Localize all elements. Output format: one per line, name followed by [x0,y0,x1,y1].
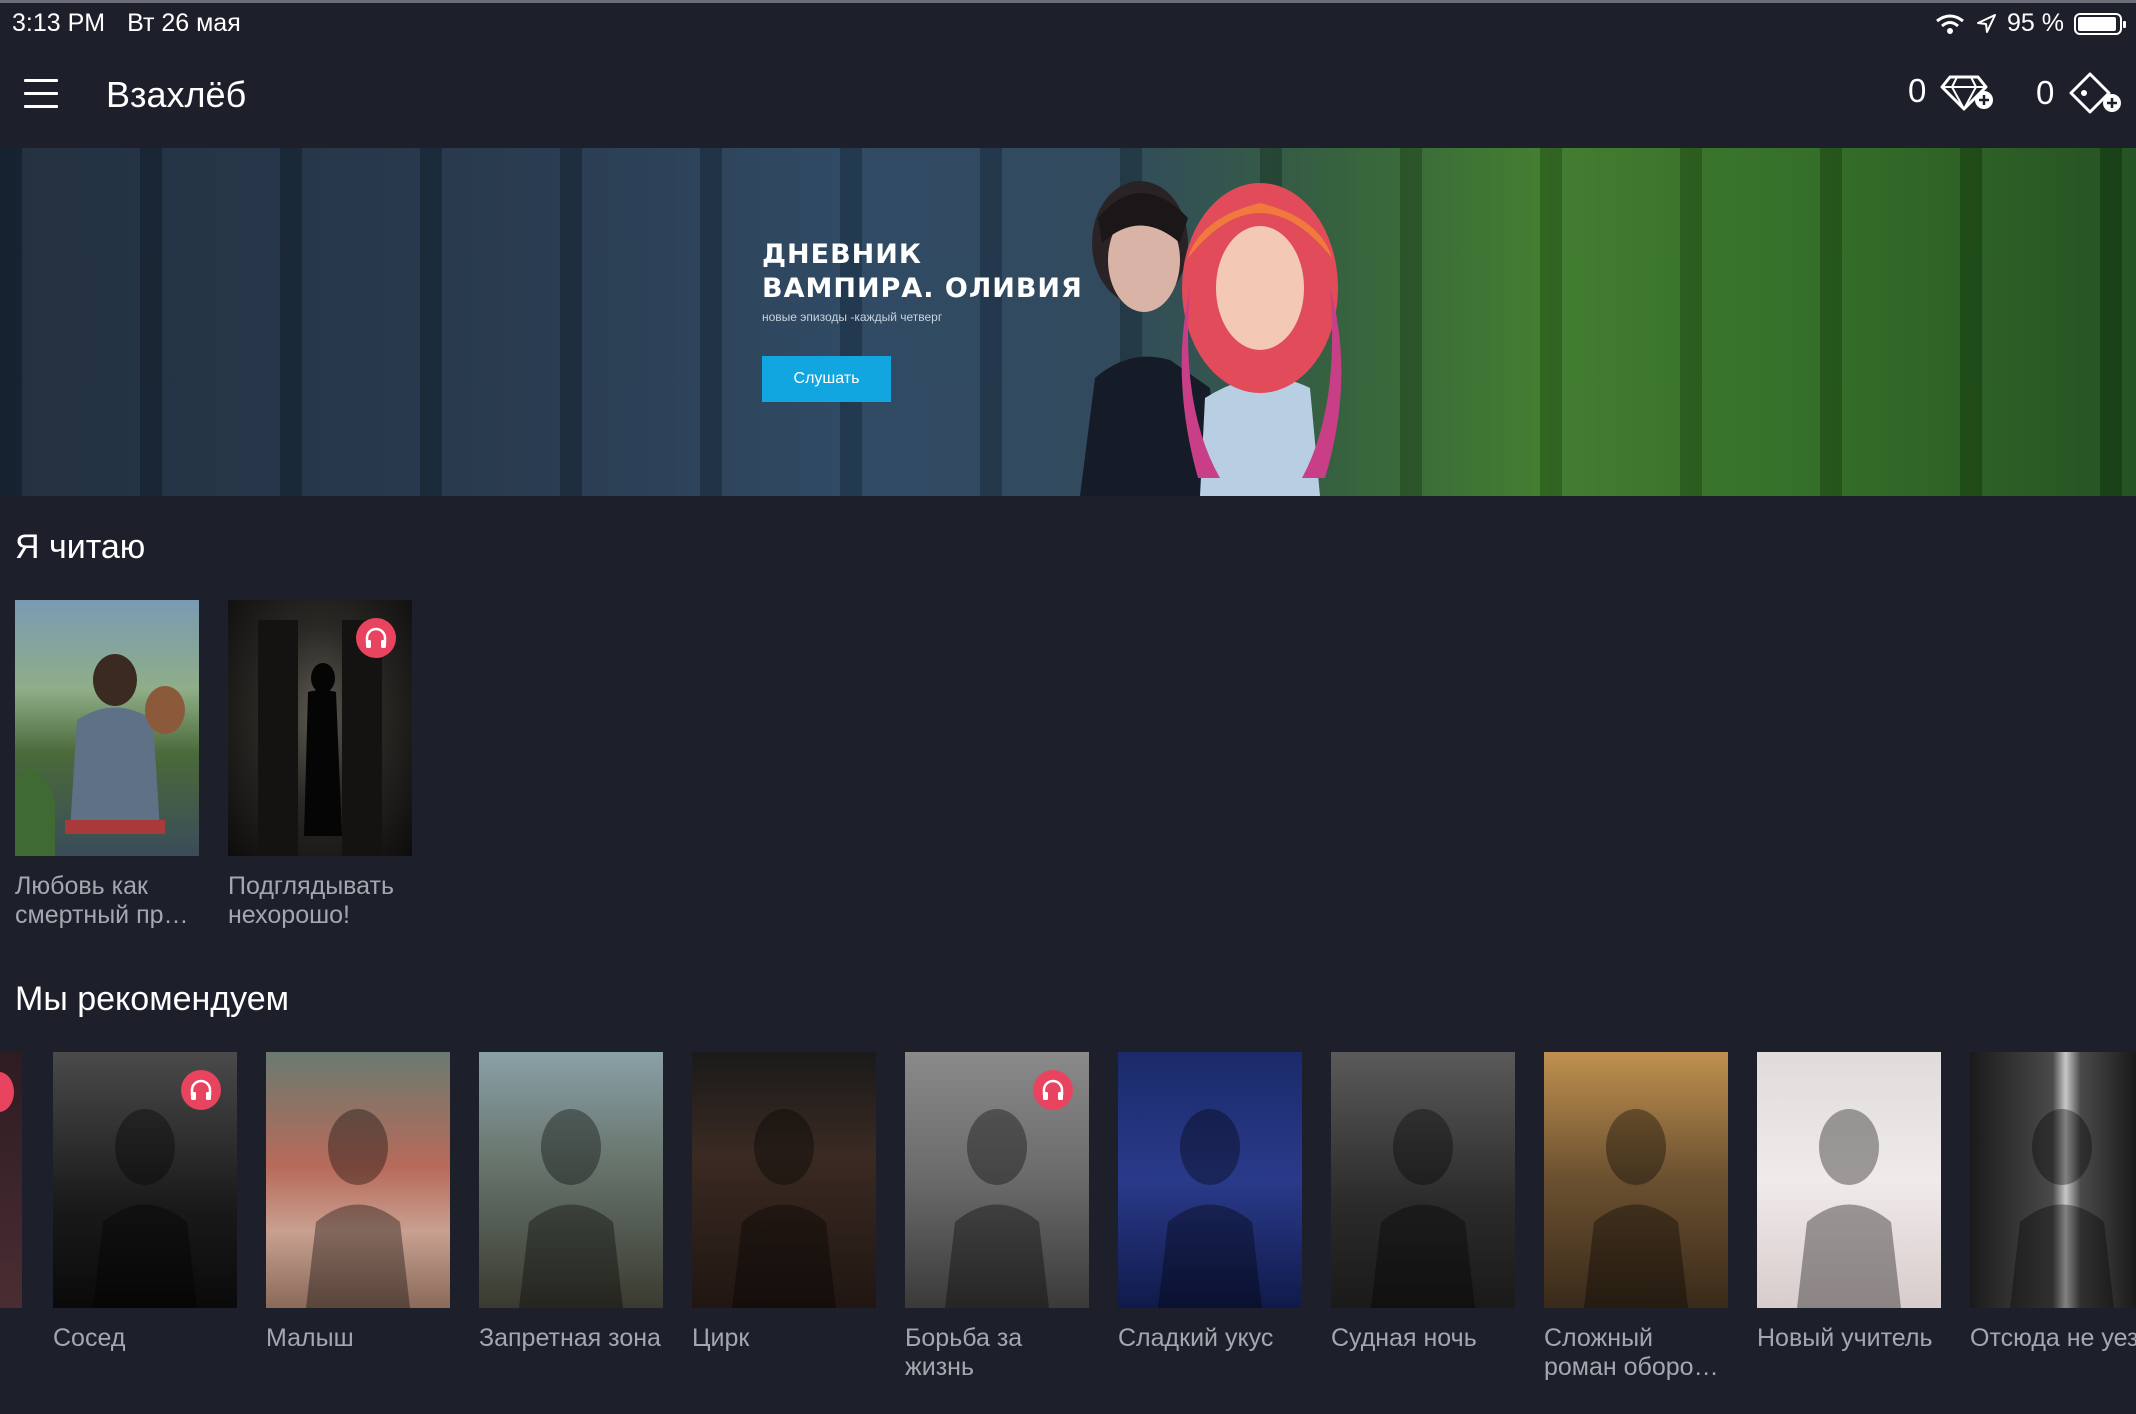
book-cover [15,600,199,856]
recommended-book-card[interactable]: Борьба за жизнь [905,1052,1089,1382]
book-cover [228,600,412,856]
keys-balance[interactable]: 0 [2036,71,2124,115]
book-title: Подглядывать нехорошо! [228,872,394,929]
listen-button[interactable]: Слушать [762,356,891,402]
section-title-reading: Я читаю [15,528,146,566]
book-title: Сладкий укус [1118,1324,1274,1352]
cover-illustration [732,1109,836,1308]
headphones-icon [365,627,387,648]
book-title: Цирк [692,1324,750,1352]
book-cover [479,1052,663,1308]
reading-book-card[interactable]: Подглядывать нехорошо! [228,600,412,930]
recommended-book-card[interactable]: Отсюда не уезжают… [1970,1052,2136,1353]
book-cover [1544,1052,1728,1308]
recommended-book-card[interactable]: Судная ночь [1331,1052,1515,1353]
recommended-book-card[interactable]: Новый учитель [1757,1052,1941,1353]
audio-badge [181,1070,221,1110]
cover-illustration [15,654,185,856]
cover-illustration [2010,1109,2114,1308]
book-title: Сложный роман оборо… [1544,1324,1719,1381]
wifi-icon [1936,14,1964,34]
book-cover [53,1052,237,1308]
app-title: Взахлёб [106,74,247,115]
headphones-icon [190,1079,212,1100]
status-bar: 3:13 PM Вт 26 мая 95 % [0,3,2136,43]
hamburger-menu-icon[interactable] [24,79,58,109]
book-title: Малыш [266,1324,354,1352]
keys-count: 0 [2036,74,2055,111]
audio-badge [0,1072,14,1112]
cover-illustration [1158,1109,1262,1308]
book-title: Отсюда не уезжают… [1970,1324,2136,1352]
featured-banner[interactable]: ДНЕВНИК ВАМПИРА. ОЛИВИЯ новые эпизоды -к… [0,148,2136,496]
cover-illustration [519,1109,623,1308]
recommended-book-card[interactable]: Сосед [53,1052,237,1353]
recommended-book-card[interactable]: Малыш [266,1052,450,1353]
status-date: Вт 26 мая [127,8,241,37]
status-time: 3:13 PM [12,8,106,37]
book-cover [692,1052,876,1308]
cover-illustration [306,1109,410,1308]
diamond-plus-icon [1940,75,1994,111]
characters-illustration [1080,181,1342,496]
key-ticket-plus-icon [2069,72,2122,114]
book-title: Запретная зона [479,1324,661,1352]
cover-illustration [1371,1109,1475,1308]
cover-illustration [1797,1109,1901,1308]
gems-balance[interactable]: 0 [1908,71,1996,111]
book-cover [905,1052,1089,1308]
book-cover [1757,1052,1941,1308]
status-indicators: 95 % [1935,9,2126,38]
battery-icon [2074,12,2126,35]
book-cover [1970,1052,2136,1308]
book-title: Борьба за жизнь [905,1324,1023,1381]
partial-book-cover[interactable] [0,1052,22,1308]
book-title: Любовь как смертный пр… [15,872,189,929]
headphones-icon [1042,1079,1064,1100]
section-title-recommended: Мы рекомендуем [15,980,289,1018]
banner-subtitle: новые эпизоды -каждый четверг [762,310,943,324]
book-cover [266,1052,450,1308]
recommended-book-card[interactable]: Цирк [692,1052,876,1353]
gems-count: 0 [1908,72,1927,109]
battery-percent: 95 % [2007,9,2064,37]
book-title: Новый учитель [1757,1324,1933,1352]
cover-illustration [1584,1109,1688,1308]
recommended-book-card[interactable]: Сложный роман оборо… [1544,1052,1728,1382]
audio-badge [356,618,396,658]
recommended-book-card[interactable]: Запретная зона [479,1052,663,1353]
banner-title: ДНЕВНИК ВАМПИРА. ОЛИВИЯ [762,239,1083,304]
audio-badge [1033,1070,1073,1110]
book-title: Сосед [53,1324,126,1352]
reading-book-card[interactable]: Любовь как смертный пр… [15,600,199,930]
book-cover [1331,1052,1515,1308]
location-arrow-icon [1977,13,1997,33]
book-cover [1118,1052,1302,1308]
recommended-book-card[interactable]: Сладкий укус [1118,1052,1302,1353]
book-title: Судная ночь [1331,1324,1477,1352]
app-bar: Взахлёб 0 0 [0,43,2136,148]
